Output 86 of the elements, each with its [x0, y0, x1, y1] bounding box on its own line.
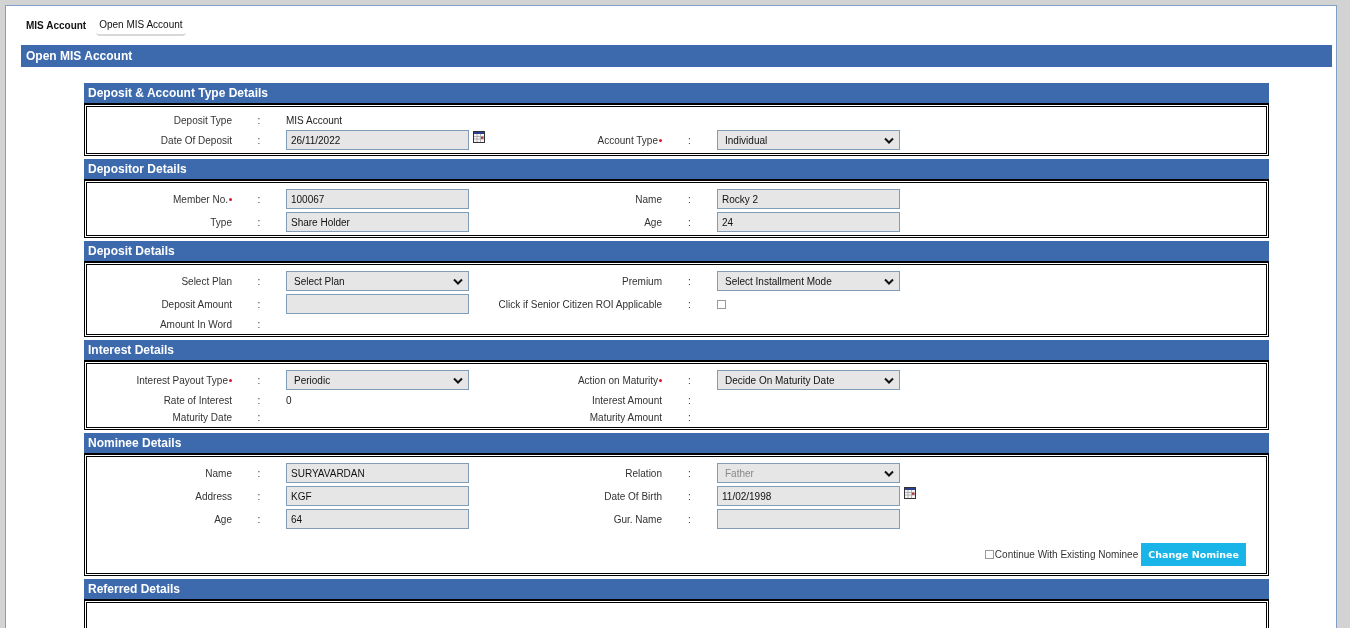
caret-icon [453, 376, 463, 384]
select-dropdown[interactable]: Individual [717, 130, 900, 150]
colon-separator: : [257, 134, 261, 146]
colon-separator: : [257, 275, 261, 287]
colon-separator: : [688, 374, 691, 386]
field-label: Interest Amount [591, 394, 662, 406]
field-label: Deposit Amount [161, 298, 232, 310]
field-label: Rate of Interest [163, 394, 232, 406]
colon-separator: : [688, 467, 691, 479]
field-label: Date Of Deposit [160, 134, 232, 146]
calendar-icon[interactable] [904, 487, 916, 499]
field-label: Maturity Amount [589, 411, 662, 423]
section-header: Referred Details [84, 579, 1269, 600]
colon-separator: : [688, 298, 691, 310]
input-field[interactable]: 24 [717, 212, 900, 232]
section-header: Interest Details [84, 340, 1269, 361]
field-label: Relation [625, 467, 662, 479]
colon-separator: : [257, 394, 261, 406]
input-field[interactable] [286, 294, 469, 314]
select-dropdown[interactable]: Decide On Maturity Date [717, 370, 900, 390]
input-field[interactable]: 11/02/1998 [717, 486, 900, 506]
colon-separator: : [257, 298, 261, 310]
colon-separator: : [688, 134, 691, 146]
colon-separator: : [688, 216, 691, 228]
field-label: Action on Maturity [577, 374, 658, 386]
colon-separator: : [688, 490, 691, 502]
section-header: Nominee Details [84, 433, 1269, 454]
caret-icon [884, 136, 894, 144]
colon-separator: : [688, 275, 691, 287]
input-field[interactable]: 26/11/2022 [286, 130, 469, 150]
colon-separator: : [257, 193, 261, 205]
field-label: Gur. Name [613, 513, 662, 525]
caret-icon [453, 277, 463, 285]
field-label: Amount In Word [159, 318, 232, 330]
field-label: Age [214, 513, 232, 525]
colon-separator: : [257, 411, 261, 423]
field-label: Deposit Type [173, 114, 232, 126]
colon-separator: : [257, 467, 261, 479]
input-field[interactable]: SURYAVARDAN [286, 463, 469, 483]
field-label: Select Plan [181, 275, 232, 287]
input-field[interactable]: KGF [286, 486, 469, 506]
field-label: Name [205, 467, 232, 479]
field-label: Account Type [597, 134, 658, 146]
input-field[interactable]: 64 [286, 509, 469, 529]
checkbox[interactable] [984, 550, 994, 559]
colon-separator: : [688, 394, 691, 406]
checkbox-label: Continue With Existing Nominee [994, 549, 1139, 560]
select-dropdown[interactable]: Periodic [286, 370, 469, 390]
field-label: Type [210, 216, 232, 228]
colon-separator: : [688, 513, 691, 525]
field-label: Interest Payout Type [136, 374, 228, 386]
input-field[interactable]: Rocky 2 [717, 189, 900, 209]
section-header: Deposit Details [84, 241, 1269, 262]
field-label: Name [635, 193, 662, 205]
colon-separator: : [257, 114, 261, 126]
select-dropdown[interactable]: Select Installment Mode [717, 271, 900, 291]
caret-icon [884, 277, 894, 285]
section-header: Deposit & Account Type Details [84, 83, 1269, 104]
colon-separator: : [257, 374, 261, 386]
breadcrumb-link[interactable]: MIS Account [26, 17, 87, 35]
field-label: Maturity Date [172, 411, 232, 423]
colon-separator: : [257, 216, 261, 228]
field-label: Member No. [173, 193, 228, 205]
input-field[interactable] [717, 509, 900, 529]
input-field[interactable]: 100067 [286, 189, 469, 209]
input-field[interactable]: Share Holder [286, 212, 469, 232]
field-label: Date Of Birth [604, 490, 662, 502]
calendar-icon[interactable] [473, 131, 485, 143]
breadcrumb-tab[interactable]: Open MIS Account [96, 16, 186, 36]
colon-separator: : [257, 490, 261, 502]
caret-icon [884, 376, 894, 384]
colon-separator: : [257, 513, 261, 525]
field-label: Premium [622, 275, 662, 287]
field-label: Age [644, 216, 662, 228]
field-label: Address [195, 490, 232, 502]
select-dropdown[interactable]: Select Plan [286, 271, 469, 291]
colon-separator: : [257, 318, 261, 330]
field-value: MIS Account [286, 114, 343, 126]
field-label: Click if Senior Citizen ROI Applicable [498, 298, 662, 310]
section-header: Depositor Details [84, 159, 1269, 180]
caret-icon [884, 469, 894, 477]
colon-separator: : [688, 193, 691, 205]
page-title: Open MIS Account [21, 45, 1332, 67]
checkbox[interactable] [717, 299, 726, 309]
field-value: 0 [286, 394, 292, 406]
colon-separator: : [688, 411, 691, 423]
